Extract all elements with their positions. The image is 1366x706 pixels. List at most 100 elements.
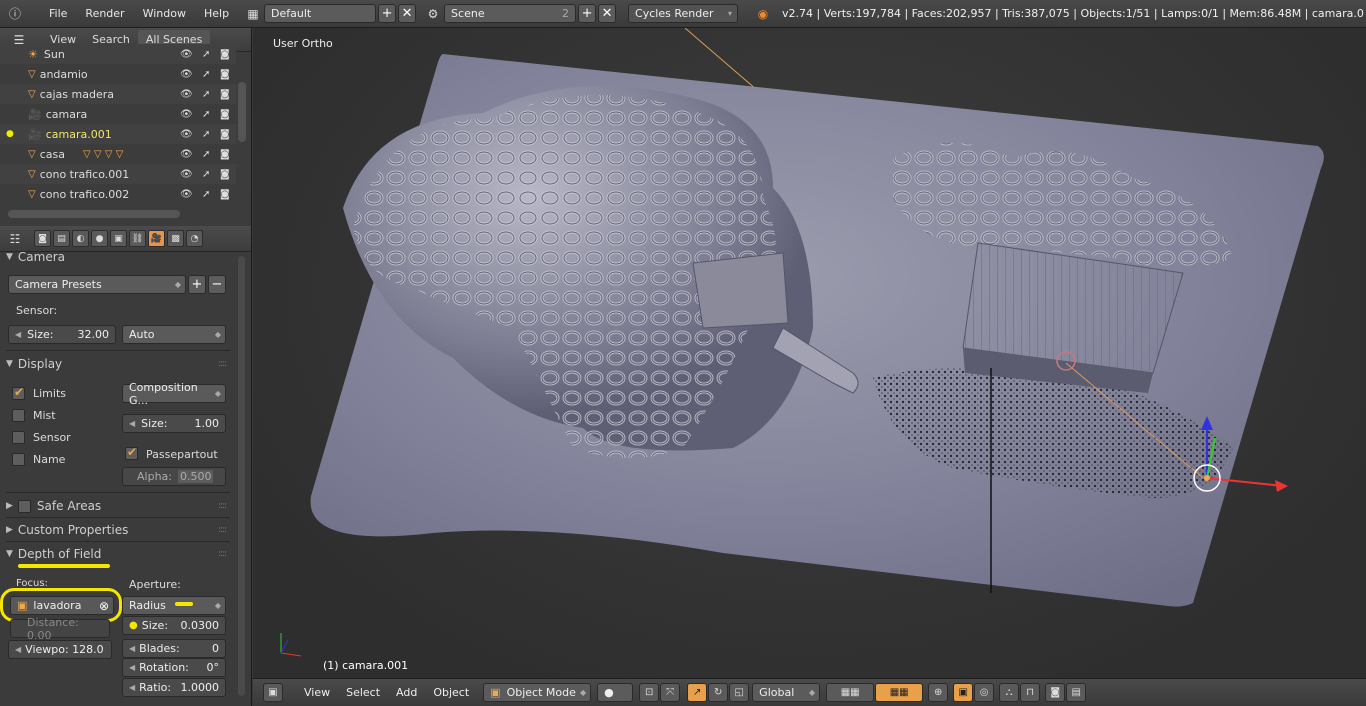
render-only-icon[interactable]: ▣ bbox=[953, 683, 974, 702]
blades-field[interactable]: ◀ Blades: 0 bbox=[122, 639, 226, 658]
aperture-type-select[interactable]: Radius ◆ bbox=[122, 596, 226, 615]
visibility-eye-icon[interactable]: 👁 bbox=[180, 189, 193, 200]
scale-manipulator-icon[interactable]: ◱ bbox=[729, 683, 750, 702]
ratio-field[interactable]: ◀ Ratio: 1.0000 bbox=[122, 678, 226, 697]
outliner-horizontal-scrollbar[interactable] bbox=[8, 210, 180, 218]
passepartout-checkbox[interactable] bbox=[125, 445, 138, 460]
manipulator-toggle-icon[interactable]: ⤧ bbox=[660, 683, 681, 702]
info-editor-icon[interactable]: ⓘ bbox=[4, 4, 26, 24]
viewport-shading-select[interactable]: ● bbox=[597, 683, 634, 702]
visibility-eye-icon[interactable]: 👁 bbox=[180, 129, 193, 140]
layers-grid-active-icon[interactable]: ▦▦ bbox=[875, 683, 924, 702]
display-size-field[interactable]: ◀ Size: 1.00 bbox=[122, 414, 226, 433]
sensor-fit-select[interactable]: Auto ◆ bbox=[122, 325, 226, 344]
sensor-size-field[interactable]: ◀ Size: 32.00 bbox=[8, 325, 116, 344]
select-arrow-icon[interactable]: ➚ bbox=[202, 189, 210, 200]
screen-layout-field[interactable]: Default bbox=[264, 4, 377, 23]
visibility-eye-icon[interactable]: 👁 bbox=[180, 149, 193, 160]
camera-presets-menu[interactable]: Camera Presets ◆ bbox=[8, 275, 186, 294]
render-engine-select[interactable]: Cycles Render ▾ bbox=[628, 4, 739, 23]
depth-of-field-panel-header[interactable]: ▼ Depth of Field:::: bbox=[6, 543, 230, 565]
render-camera-icon[interactable]: ◙ bbox=[220, 149, 230, 160]
visibility-eye-icon[interactable]: 👁 bbox=[180, 49, 193, 60]
camera-data-tab-icon[interactable]: 🎥 bbox=[148, 230, 165, 247]
render-camera-icon[interactable]: ◙ bbox=[220, 109, 230, 120]
remove-scene-button[interactable]: ✕ bbox=[598, 4, 617, 23]
remove-screen-button[interactable]: ✕ bbox=[398, 4, 417, 23]
outliner-item-cono-trafico-002[interactable]: ▽ cono trafico.002 👁 ➚ ◙ bbox=[0, 184, 236, 204]
select-arrow-icon[interactable]: ➚ bbox=[202, 49, 210, 60]
safe-areas-panel-header[interactable]: ▶ Safe Areas:::: bbox=[6, 495, 230, 517]
rotate-manipulator-icon[interactable]: ↻ bbox=[708, 683, 729, 702]
screen-layout-icon[interactable]: ▦ bbox=[242, 4, 264, 24]
menu-help[interactable]: Help bbox=[195, 7, 238, 20]
outliner-item-sun[interactable]: ☀ Sun 👁 ➚ ◙ bbox=[0, 44, 236, 64]
menu-render[interactable]: Render bbox=[76, 7, 133, 20]
render-camera-icon[interactable]: ◙ bbox=[220, 169, 230, 180]
distance-field[interactable]: Distance: 0.00 bbox=[10, 616, 110, 642]
outliner-vertical-scrollbar[interactable] bbox=[238, 82, 246, 142]
constraints-tab-icon[interactable]: ⛓ bbox=[129, 230, 146, 247]
3d-viewport[interactable]: User Ortho (1) camara.001 bbox=[253, 28, 1366, 678]
pivot-point-icon[interactable]: ⊡ bbox=[639, 683, 660, 702]
opengl-anim-icon[interactable]: ▤ bbox=[1066, 683, 1087, 702]
outliner-item-andamio[interactable]: ▽ andamio 👁 ➚ ◙ bbox=[0, 64, 236, 84]
world-tab-icon[interactable]: ● bbox=[91, 230, 108, 247]
add-screen-button[interactable]: + bbox=[378, 4, 397, 23]
rotation-field[interactable]: ◀ Rotation: 0° bbox=[122, 658, 226, 677]
select-arrow-icon[interactable]: ➚ bbox=[202, 149, 210, 160]
menu-add[interactable]: Add bbox=[388, 686, 425, 699]
menu-view[interactable]: View bbox=[296, 686, 338, 699]
texture-tab-icon[interactable]: ▩ bbox=[167, 230, 184, 247]
select-arrow-icon[interactable]: ➚ bbox=[202, 69, 210, 80]
visibility-eye-icon[interactable]: 👁 bbox=[180, 169, 193, 180]
outliner-item-cajas-madera[interactable]: ▽ cajas madera 👁 ➚ ◙ bbox=[0, 84, 236, 104]
display-panel-header[interactable]: ▼ Display:::: bbox=[6, 353, 230, 375]
properties-scrollbar[interactable] bbox=[238, 256, 245, 696]
select-arrow-icon[interactable]: ➚ bbox=[202, 129, 210, 140]
remove-preset-button[interactable]: − bbox=[208, 275, 226, 294]
proportional-edit-icon[interactable]: ◎ bbox=[974, 683, 995, 702]
render-camera-icon[interactable]: ◙ bbox=[220, 69, 230, 80]
drag-grip-icon[interactable]: :::: bbox=[218, 549, 227, 559]
layers-grid-icon[interactable]: ▦▦ bbox=[826, 683, 875, 702]
snap-element-icon[interactable]: ⊓ bbox=[1020, 683, 1041, 702]
outliner-item-camara-001[interactable]: ● 🎥 camara.001 👁 ➚ ◙ bbox=[0, 124, 236, 144]
scene-icon[interactable]: ⚙ bbox=[422, 4, 444, 24]
render-camera-icon[interactable]: ◙ bbox=[220, 89, 230, 100]
drag-grip-icon[interactable]: :::: bbox=[218, 501, 227, 511]
sensor-checkbox[interactable] bbox=[12, 431, 25, 444]
opengl-render-icon[interactable]: ◙ bbox=[1045, 683, 1066, 702]
translate-manipulator-icon[interactable]: ↗ bbox=[687, 683, 708, 702]
editor-type-icon[interactable]: ▣ bbox=[263, 683, 283, 702]
select-arrow-icon[interactable]: ➚ bbox=[202, 169, 210, 180]
render-tab-icon[interactable]: ◙ bbox=[34, 230, 51, 247]
render-camera-icon[interactable]: ◙ bbox=[220, 189, 230, 200]
select-arrow-icon[interactable]: ➚ bbox=[202, 109, 210, 120]
menu-select[interactable]: Select bbox=[338, 686, 388, 699]
lock-layers-icon[interactable]: ⊕ bbox=[928, 683, 949, 702]
render-camera-icon[interactable]: ◙ bbox=[220, 129, 230, 140]
custom-properties-panel-header[interactable]: ▶ Custom Properties:::: bbox=[6, 519, 230, 541]
scene-field[interactable]: Scene 2 bbox=[444, 4, 577, 23]
mode-select[interactable]: ▣ Object Mode ◆ bbox=[483, 683, 592, 702]
render-layers-tab-icon[interactable]: ▤ bbox=[53, 230, 70, 247]
aperture-size-field[interactable]: ● Size: 0.0300 bbox=[122, 616, 226, 635]
drag-grip-icon[interactable]: :::: bbox=[218, 525, 227, 535]
add-scene-button[interactable]: + bbox=[578, 4, 597, 23]
menu-window[interactable]: Window bbox=[134, 7, 195, 20]
scene-tab-icon[interactable]: ◐ bbox=[72, 230, 89, 247]
safe-areas-checkbox[interactable] bbox=[17, 499, 31, 513]
mist-checkbox[interactable] bbox=[12, 409, 25, 422]
outliner-item-casa[interactable]: ▽ casa ▽ ▽ ▽ ▽ 👁 ➚ ◙ bbox=[0, 144, 236, 164]
snap-icon[interactable]: ⛬ bbox=[999, 683, 1020, 702]
limits-checkbox[interactable] bbox=[12, 385, 25, 400]
viewport-fstop-field[interactable]: ◀ Viewpo: 128.0 bbox=[8, 640, 112, 659]
outliner-item-camara[interactable]: 🎥 camara 👁 ➚ ◙ bbox=[0, 104, 236, 124]
drag-grip-icon[interactable]: :::: bbox=[218, 359, 227, 369]
transform-orientation-select[interactable]: Global ◆ bbox=[752, 683, 821, 702]
physics-tab-icon[interactable]: ◔ bbox=[186, 230, 203, 247]
add-preset-button[interactable]: + bbox=[188, 275, 206, 294]
menu-object[interactable]: Object bbox=[425, 686, 477, 699]
visibility-eye-icon[interactable]: 👁 bbox=[180, 69, 193, 80]
